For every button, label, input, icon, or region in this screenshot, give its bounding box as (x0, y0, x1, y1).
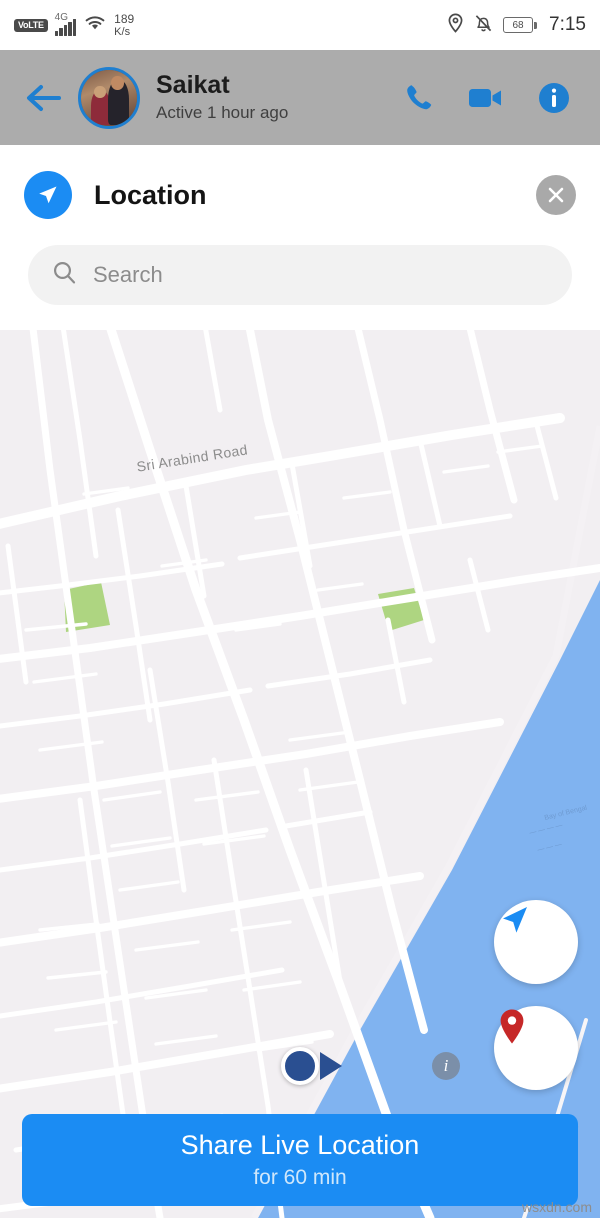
direction-arrow-icon (320, 1052, 342, 1080)
video-call-button[interactable] (468, 80, 504, 116)
battery-level: 68 (512, 19, 524, 31)
bell-muted-icon (474, 13, 493, 38)
chat-header: Saikat Active 1 hour ago (0, 50, 600, 145)
map-pin-icon (500, 1009, 524, 1044)
location-sheet-header: Location (0, 145, 600, 245)
contact-status: Active 1 hour ago (156, 102, 289, 122)
phone-call-icon (407, 84, 432, 109)
share-button-label: Share Live Location (180, 1130, 420, 1161)
search-section: Search (0, 245, 600, 327)
watermark: wsxdn.com (521, 1199, 592, 1215)
paper-plane-location-icon (39, 186, 57, 204)
search-input[interactable]: Search (28, 245, 572, 305)
page-title: Location (94, 179, 207, 210)
close-x-icon (548, 187, 564, 203)
network-speed-unit: K/s (114, 25, 131, 38)
status-bar: VoLTE 4G 189 K/s 68 7:15 (0, 0, 600, 50)
back-button[interactable] (22, 76, 66, 120)
phone-screen: VoLTE 4G 189 K/s 68 7:15 Saikat Active 1… (0, 0, 600, 1218)
location-pin-icon (447, 13, 464, 38)
navigation-arrow-icon (503, 907, 527, 933)
location-badge (24, 171, 72, 219)
share-live-location-button[interactable]: Share Live Location for 60 min (22, 1114, 578, 1206)
voice-call-button[interactable] (400, 80, 436, 116)
contact-info-button[interactable] (536, 80, 572, 116)
map-canvas[interactable]: Bay of Bengal — — — — — — — Sri Arabind … (0, 330, 600, 1218)
chat-header-actions (400, 80, 572, 116)
network-speed-value: 189 (114, 11, 135, 26)
contact-name: Saikat (156, 71, 230, 100)
current-location-marker[interactable] (281, 1047, 319, 1085)
volte-badge: VoLTE (14, 18, 48, 32)
search-icon (52, 260, 77, 290)
network-type-label: 4G (54, 11, 69, 23)
wifi-icon (83, 13, 107, 37)
back-arrow-icon (27, 84, 61, 111)
location-sheet: Location Search (0, 145, 600, 327)
info-circle-icon (539, 82, 569, 113)
share-button-sublabel: for 60 min (253, 1165, 347, 1189)
close-button[interactable] (536, 175, 576, 215)
map-info-badge[interactable]: i (432, 1052, 460, 1080)
recenter-navigation-button[interactable] (494, 900, 578, 984)
chat-header-text[interactable]: Saikat Active 1 hour ago (156, 71, 400, 124)
clock: 7:15 (549, 14, 586, 35)
video-camera-icon (469, 88, 501, 107)
search-placeholder: Search (93, 262, 163, 287)
signal-strength-icon: 4G (54, 11, 77, 36)
drop-pin-button[interactable] (494, 1006, 578, 1090)
status-bar-left: VoLTE 4G 189 K/s (14, 0, 134, 50)
status-bar-right: 68 7:15 (447, 0, 586, 50)
network-speed: 189 K/s (114, 13, 134, 38)
avatar[interactable] (78, 66, 140, 129)
battery-indicator: 68 (503, 17, 538, 33)
